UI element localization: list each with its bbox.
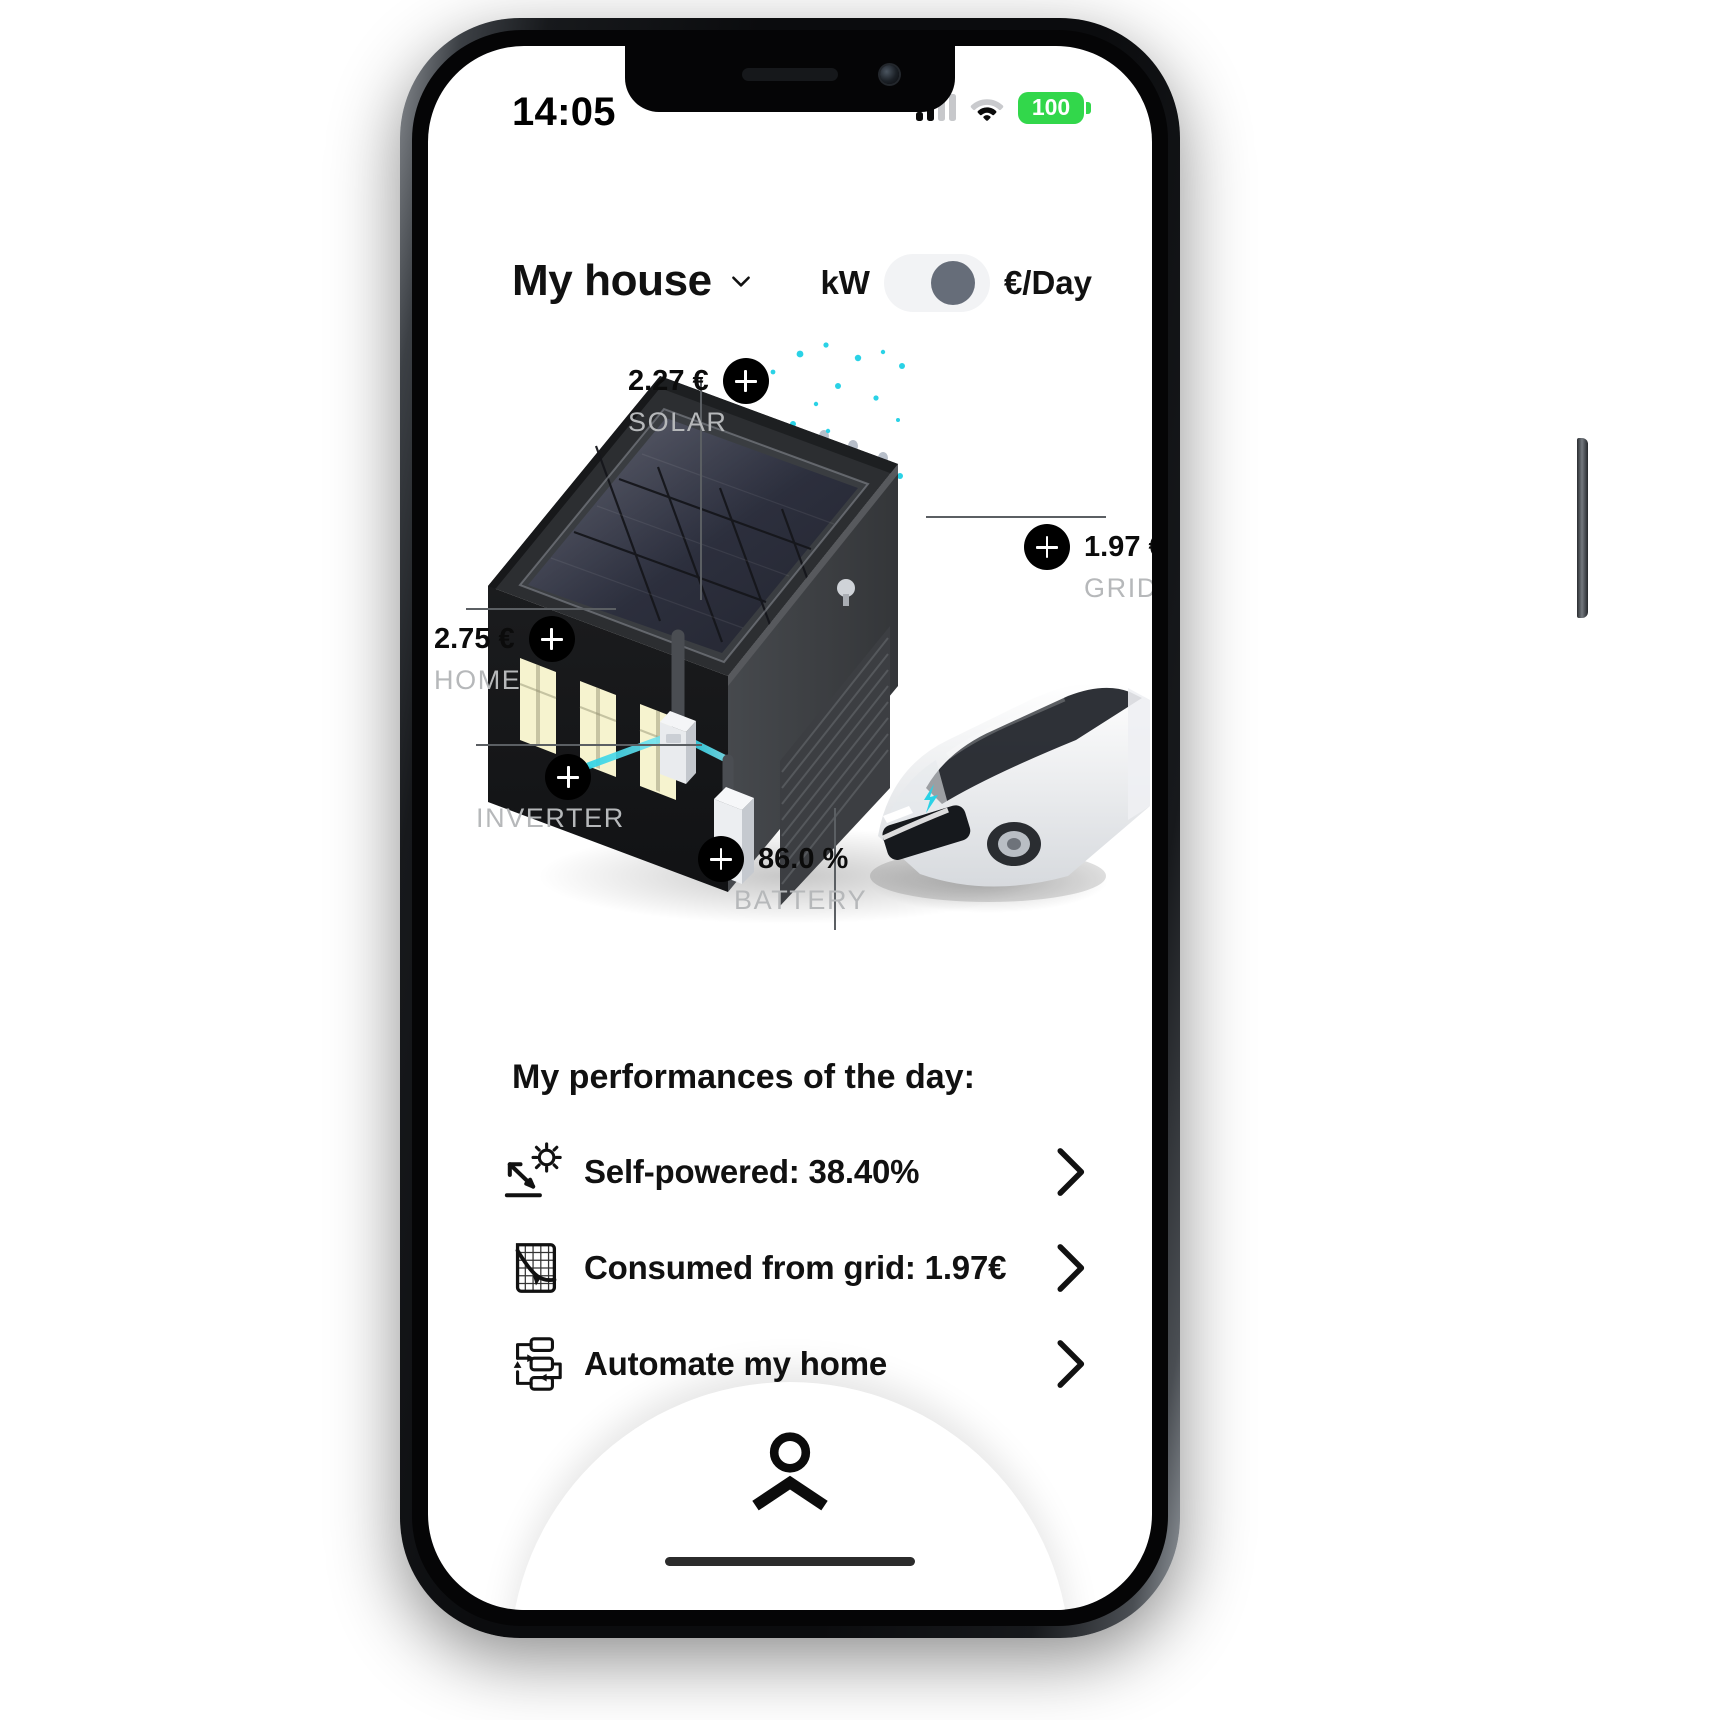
front-camera-icon [880, 65, 899, 84]
battery-icon: 100 [1018, 92, 1091, 124]
node-grid-value: 1.97 € [1084, 530, 1152, 563]
performance-title: My performances of the day: [512, 1058, 975, 1096]
node-home-value: 2.75 € [434, 622, 515, 655]
unit-toggle-kw-label[interactable]: kW [820, 264, 870, 302]
plus-icon[interactable] [722, 358, 769, 404]
chevron-right-icon[interactable] [1050, 1242, 1090, 1294]
inverter-box-graphic [660, 711, 696, 784]
wifi-icon [970, 99, 1004, 121]
car-wheel [987, 822, 1041, 866]
plus-icon[interactable] [545, 754, 592, 800]
person-icon[interactable] [744, 1428, 836, 1520]
perf-row-consumed-from-grid[interactable]: Consumed from grid: 1.97€ [504, 1220, 1090, 1316]
self-powered-sun-icon [504, 1142, 562, 1198]
phone-screen: 14:05 100 My house kW €/Day 2.27 € SOLAR… [428, 46, 1152, 1610]
chevron-right-icon[interactable] [1050, 1338, 1090, 1390]
node-grid-label: GRID [1084, 573, 1152, 603]
device-notch [625, 46, 955, 112]
leader-line-home [466, 608, 616, 610]
perf-label-self-powered: Self-powered: 38.40% [584, 1153, 920, 1190]
bottom-nav-bar [510, 1382, 1070, 1610]
energy-flow-diagram: 2.27 € SOLAR 1.97 € GRID 2.75 € HO [428, 336, 1152, 1016]
home-indicator [665, 1557, 915, 1566]
grid-meter-icon [515, 1243, 557, 1293]
node-solar-label: SOLAR [628, 407, 728, 437]
nav-item-profile[interactable] [744, 1428, 836, 1520]
node-battery[interactable]: 86.0 % BATTERY [698, 836, 867, 916]
node-inverter[interactable]: INVERTER [476, 754, 625, 834]
power-button[interactable] [1577, 438, 1588, 618]
app-header: My house kW €/Day [428, 242, 1152, 332]
leader-line-grid [926, 516, 1106, 518]
unit-toggle-group[interactable]: kW €/Day [820, 254, 1092, 312]
earpiece-speaker [742, 68, 838, 81]
plus-icon[interactable] [1024, 524, 1070, 570]
node-home[interactable]: 2.75 € HOME [434, 616, 575, 696]
node-solar-value: 2.27 € [628, 364, 709, 397]
node-battery-value: 86.0 % [758, 842, 849, 875]
battery-level-text: 100 [1031, 94, 1071, 120]
phone-device-frame: 14:05 100 My house kW €/Day 2.27 € SOLAR… [400, 18, 1588, 1638]
unit-toggle-switch[interactable] [883, 254, 990, 312]
perf-label-consumed-from-grid: Consumed from grid: 1.97€ [584, 1249, 1007, 1286]
unit-toggle-knob[interactable] [930, 261, 975, 305]
page-title: My house [512, 256, 712, 305]
node-home-label: HOME [434, 665, 522, 695]
plus-icon[interactable] [698, 836, 744, 882]
chevron-right-icon[interactable] [1050, 1146, 1090, 1198]
automation-flow-icon [513, 1337, 562, 1391]
performance-list: Self-powered: 38.40% Consumed from grid:… [504, 1124, 1090, 1412]
house-selector-dropdown[interactable]: My house [512, 256, 754, 306]
unit-toggle-eurday-label[interactable]: €/Day [1004, 264, 1092, 302]
status-time: 14:05 [512, 90, 616, 134]
electric-car-graphic [870, 682, 1150, 902]
perf-label-automate-my-home: Automate my home [584, 1345, 888, 1382]
plus-icon[interactable] [528, 616, 575, 662]
node-inverter-label: INVERTER [476, 803, 625, 833]
node-grid[interactable]: 1.97 € GRID [1024, 524, 1152, 604]
leader-line-inverter [476, 744, 702, 746]
node-battery-label: BATTERY [734, 885, 868, 915]
chevron-down-icon [731, 276, 750, 287]
perf-row-self-powered[interactable]: Self-powered: 38.40% [504, 1124, 1090, 1220]
node-solar[interactable]: 2.27 € SOLAR [628, 358, 769, 438]
